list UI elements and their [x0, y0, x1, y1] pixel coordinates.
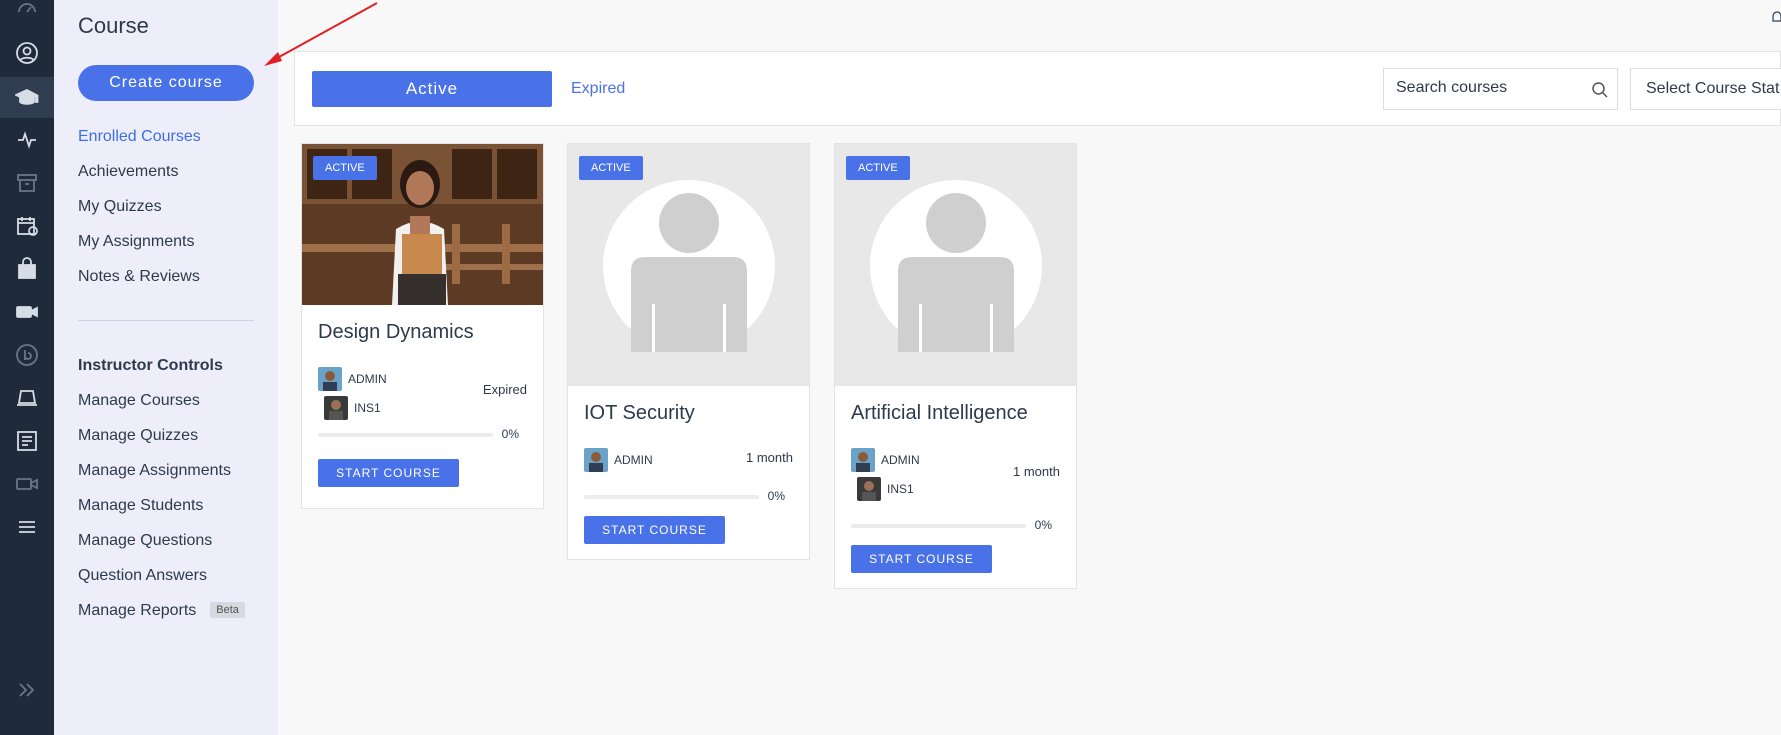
icon-rail — [0, 0, 54, 735]
author-ins1: INS1 — [857, 477, 914, 501]
shopping-bag-icon[interactable] — [0, 249, 54, 289]
course-duration: Expired — [482, 382, 527, 397]
tab-expired[interactable]: Expired — [571, 80, 625, 98]
search-icon[interactable] — [1591, 81, 1609, 99]
course-card[interactable]: ACTIVE IOT Security ADMIN 1 month 0% STA… — [567, 143, 810, 560]
brand-circle-icon[interactable] — [0, 335, 54, 375]
dashboard-icon[interactable] — [0, 0, 54, 28]
course-sidebar: Course Create course Enrolled Courses Ac… — [54, 0, 278, 735]
author-name: INS1 — [887, 482, 914, 496]
author-admin: ADMIN — [851, 448, 920, 472]
search-box — [1383, 68, 1618, 110]
document-list-icon[interactable] — [0, 421, 54, 461]
archive-icon[interactable] — [0, 163, 54, 203]
video-camera-icon[interactable] — [0, 292, 54, 332]
author-name: ADMIN — [348, 372, 387, 386]
sidebar-item-manage-questions[interactable]: Manage Questions — [78, 532, 212, 550]
sidebar-item-manage-reports[interactable]: Manage Reports Beta — [78, 602, 245, 620]
start-course-button[interactable]: START COURSE — [584, 516, 725, 544]
status-badge: ACTIVE — [846, 156, 910, 180]
sidebar-divider — [78, 320, 254, 321]
video-outline-icon[interactable] — [0, 464, 54, 504]
course-thumbnail[interactable]: ACTIVE — [835, 144, 1076, 386]
progress-percent: 0% — [767, 489, 785, 503]
avatar — [318, 367, 342, 391]
avatar — [857, 477, 881, 501]
progress-bar — [584, 495, 759, 499]
course-duration: 1 month — [746, 450, 793, 465]
sidebar-item-my-quizzes[interactable]: My Quizzes — [78, 198, 162, 216]
avatar — [324, 396, 348, 420]
sidebar-item-enrolled-courses[interactable]: Enrolled Courses — [78, 128, 201, 146]
progress-percent: 0% — [501, 427, 519, 441]
graduation-cap-icon[interactable] — [0, 77, 54, 118]
course-title[interactable]: Artificial Intelligence — [851, 402, 1028, 425]
sidebar-item-manage-students[interactable]: Manage Students — [78, 497, 203, 515]
course-duration: 1 month — [1013, 464, 1060, 479]
author-name: INS1 — [354, 401, 381, 415]
course-thumbnail[interactable]: ACTIVE — [302, 144, 543, 305]
course-status-select-label: Select Course Stat — [1646, 80, 1780, 97]
course-status-select[interactable]: Select Course Stat — [1630, 68, 1781, 110]
course-card[interactable]: ACTIVE Design Dynamics ADMIN INS1 Expire… — [301, 143, 544, 509]
author-ins1: INS1 — [324, 396, 381, 420]
laptop-icon[interactable] — [0, 378, 54, 418]
sidebar-item-notes-reviews[interactable]: Notes & Reviews — [78, 268, 200, 286]
sidebar-item-manage-assignments[interactable]: Manage Assignments — [78, 462, 231, 480]
placeholder-avatar-image — [568, 144, 809, 386]
progress-bar — [318, 433, 493, 437]
bell-icon[interactable] — [1771, 10, 1781, 24]
app: Course Create course Enrolled Courses Ac… — [0, 0, 1781, 735]
course-card[interactable]: ACTIVE Artificial Intelligence ADMIN INS… — [834, 143, 1077, 589]
progress-percent: 0% — [1034, 518, 1052, 532]
placeholder-avatar-image — [835, 144, 1076, 386]
author-admin: ADMIN — [584, 448, 653, 472]
avatar — [851, 448, 875, 472]
course-filter-bar: Active Expired Select Course Stat — [294, 51, 1781, 126]
search-input[interactable] — [1396, 79, 1586, 97]
status-badge: ACTIVE — [313, 156, 377, 180]
sidebar-item-achievements[interactable]: Achievements — [78, 163, 179, 181]
sidebar-item-my-assignments[interactable]: My Assignments — [78, 233, 194, 251]
profile-icon[interactable] — [0, 33, 54, 73]
sidebar-item-question-answers[interactable]: Question Answers — [78, 567, 207, 585]
course-title[interactable]: Design Dynamics — [318, 321, 474, 344]
course-title[interactable]: IOT Security — [584, 402, 695, 425]
sidebar-item-manage-courses[interactable]: Manage Courses — [78, 392, 200, 410]
course-thumbnail[interactable]: ACTIVE — [568, 144, 809, 386]
author-name: ADMIN — [881, 453, 920, 467]
avatar — [584, 448, 608, 472]
create-course-button[interactable]: Create course — [78, 65, 254, 101]
beta-badge: Beta — [210, 602, 245, 618]
expand-icon[interactable] — [0, 670, 54, 710]
menu-icon[interactable] — [0, 507, 54, 547]
author-admin: ADMIN — [318, 367, 387, 391]
sidebar-item-manage-quizzes[interactable]: Manage Quizzes — [78, 427, 198, 445]
start-course-button[interactable]: START COURSE — [851, 545, 992, 573]
sidebar-title: Course — [78, 13, 149, 38]
tab-active[interactable]: Active — [312, 71, 552, 107]
instructor-controls-heading: Instructor Controls — [78, 357, 223, 374]
calendar-clock-icon[interactable] — [0, 206, 54, 246]
activity-icon[interactable] — [0, 120, 54, 160]
progress-bar — [851, 524, 1026, 528]
sidebar-item-label: Manage Reports — [78, 602, 197, 619]
status-badge: ACTIVE — [579, 156, 643, 180]
author-name: ADMIN — [614, 453, 653, 467]
start-course-button[interactable]: START COURSE — [318, 459, 459, 487]
